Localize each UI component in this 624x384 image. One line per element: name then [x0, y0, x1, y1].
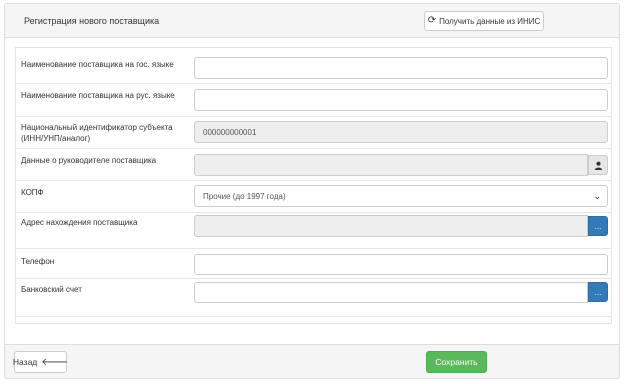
national-id-label: Национальный идентификатор субъекта (ИНН… — [21, 123, 173, 143]
kopf-select[interactable]: Прочие (до 1997 года) ⌄ — [194, 185, 608, 207]
name-state-lang-input[interactable] — [194, 57, 608, 79]
address-input[interactable] — [194, 215, 588, 237]
name-state-lang-label: Наименование поставщика на гос. языке — [21, 60, 174, 69]
save-button[interactable]: Сохранить — [426, 351, 487, 373]
bank-account-picker-button[interactable]: ... — [588, 282, 608, 302]
name-rus-lang-label: Наименование поставщика на рус. языке — [21, 91, 175, 100]
bank-account-label: Банковский счет — [21, 285, 82, 294]
row-name-state-lang: Наименование поставщика на гос. языке — [16, 48, 611, 84]
phone-input[interactable] — [194, 254, 608, 275]
head-info-label: Данные о руководителе поставщика — [21, 156, 157, 165]
arrow-left-icon: 🡐 — [41, 357, 69, 368]
user-icon — [594, 161, 602, 170]
head-info-button[interactable] — [588, 155, 608, 175]
back-label: Назад — [12, 357, 38, 367]
kopf-selected-value: Прочие (до 1997 года) — [203, 191, 286, 201]
row-national-id: Национальный идентификатор субъекта (ИНН… — [16, 117, 611, 149]
panel-heading: Регистрация нового поставщика ⟳ Получить… — [5, 4, 619, 38]
name-rus-lang-input[interactable] — [194, 89, 608, 111]
fetch-inis-label: Получить данные из ИНИС — [439, 16, 541, 26]
back-button[interactable]: Назад 🡐 — [12, 351, 69, 373]
supplier-form: Наименование поставщика на гос. языке На… — [15, 47, 612, 324]
address-picker-button[interactable]: ... — [588, 216, 608, 236]
bank-account-input[interactable] — [194, 282, 588, 303]
row-address: Адрес нахождения поставщика ... — [16, 213, 611, 249]
phone-label: Телефон — [21, 257, 55, 266]
refresh-icon: ⟳ — [427, 15, 437, 26]
row-bank-account: Банковский счет ... — [16, 279, 611, 317]
kopf-label: КОПФ — [21, 188, 44, 197]
national-id-input[interactable]: 000000000001 — [194, 121, 608, 143]
panel-footer: Назад 🡐 Сохранить — [5, 344, 619, 378]
head-info-input[interactable] — [194, 154, 588, 176]
fetch-inis-button[interactable]: ⟳ Получить данные из ИНИС — [424, 11, 544, 31]
address-label: Адрес нахождения поставщика — [21, 218, 138, 227]
page-title: Регистрация нового поставщика — [24, 16, 160, 26]
row-phone: Телефон — [16, 249, 611, 279]
chevron-down-icon: ⌄ — [593, 191, 601, 201]
row-head-info: Данные о руководителе поставщика — [16, 149, 611, 181]
registration-panel: Регистрация нового поставщика ⟳ Получить… — [4, 3, 620, 379]
row-name-rus-lang: Наименование поставщика на рус. языке — [16, 84, 611, 117]
row-kopf: КОПФ Прочие (до 1997 года) ⌄ — [16, 181, 611, 213]
